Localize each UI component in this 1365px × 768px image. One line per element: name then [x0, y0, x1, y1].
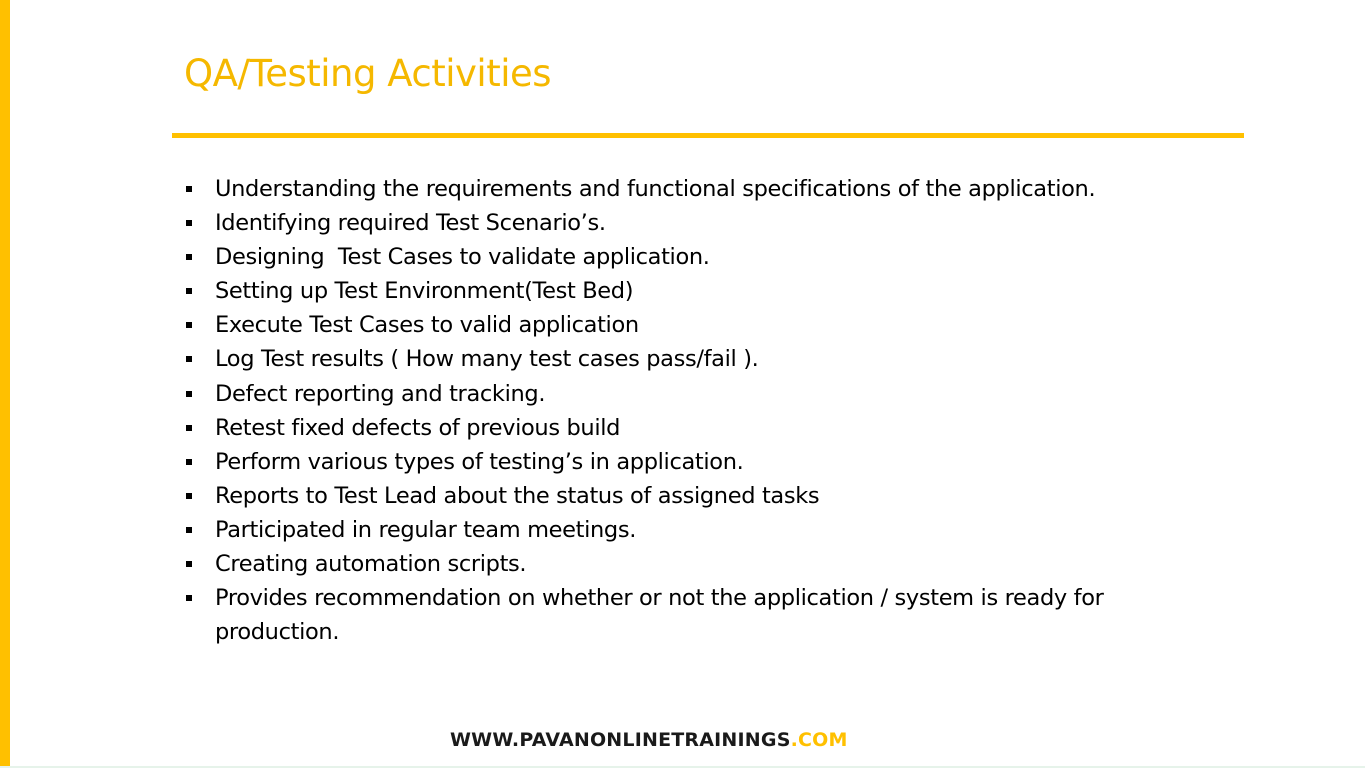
square-bullet-icon: [186, 390, 192, 397]
bullet-item: Retest fixed defects of previous build: [184, 411, 1184, 445]
bullet-item: Log Test results ( How many test cases p…: [184, 342, 1184, 376]
bullet-item: Reports to Test Lead about the status of…: [184, 479, 1184, 513]
left-accent-bar: [0, 0, 10, 768]
bullet-list: Understanding the requirements and funct…: [184, 172, 1184, 649]
square-bullet-icon: [186, 526, 192, 533]
bullet-text: Designing Test Cases to validate applica…: [215, 244, 710, 271]
title-underline: [172, 133, 1244, 138]
bullet-text: Defect reporting and tracking.: [215, 380, 546, 407]
slide: QA/Testing Activities Understanding the …: [0, 0, 1365, 768]
bullet-item: Identifying required Test Scenario’s.: [184, 206, 1184, 240]
bullet-text: Log Test results ( How many test cases p…: [215, 346, 759, 373]
bullet-item: Participated in regular team meetings.: [184, 513, 1184, 547]
bullet-item: Provides recommendation on whether or no…: [184, 581, 1184, 649]
bullet-text: Creating automation scripts.: [215, 551, 527, 578]
bullet-text: Setting up Test Environment(Test Bed): [215, 278, 634, 305]
bullet-text: Perform various types of testing’s in ap…: [215, 448, 744, 475]
square-bullet-icon: [186, 254, 192, 261]
square-bullet-icon: [186, 220, 192, 227]
square-bullet-icon: [186, 186, 192, 192]
bullet-item: Creating automation scripts.: [184, 547, 1184, 581]
bullet-item: Setting up Test Environment(Test Bed): [184, 274, 1184, 308]
bullet-text: Understanding the requirements and funct…: [215, 176, 1096, 202]
bullet-text: Reports to Test Lead about the status of…: [215, 482, 820, 509]
bullet-text: Identifying required Test Scenario’s.: [215, 210, 606, 237]
square-bullet-icon: [186, 424, 192, 431]
square-bullet-icon: [186, 561, 192, 568]
bullet-text: Execute Test Cases to valid application: [215, 312, 639, 339]
footer-website: WWW.PAVANONLINETRAININGS.COM: [450, 729, 848, 751]
bullet-item: Defect reporting and tracking.: [184, 377, 1184, 411]
bullet-item: Perform various types of testing’s in ap…: [184, 445, 1184, 479]
bullet-item: Understanding the requirements and funct…: [184, 172, 1184, 206]
bullet-item: Execute Test Cases to valid application: [184, 308, 1184, 342]
square-bullet-icon: [186, 595, 192, 602]
footer-site-text: WWW.PAVANONLINETRAININGS: [450, 729, 791, 751]
slide-title: QA/Testing Activities: [184, 52, 552, 95]
square-bullet-icon: [186, 288, 192, 295]
bullet-text: Provides recommendation on whether or no…: [215, 585, 1111, 646]
bullet-item: Designing Test Cases to validate applica…: [184, 240, 1184, 274]
bullet-text: Retest fixed defects of previous build: [215, 414, 621, 441]
footer-tld-text: .COM: [790, 729, 848, 751]
square-bullet-icon: [186, 492, 192, 499]
square-bullet-icon: [186, 356, 192, 363]
bullet-text: Participated in regular team meetings.: [215, 516, 637, 543]
square-bullet-icon: [186, 458, 192, 465]
square-bullet-icon: [186, 322, 192, 329]
